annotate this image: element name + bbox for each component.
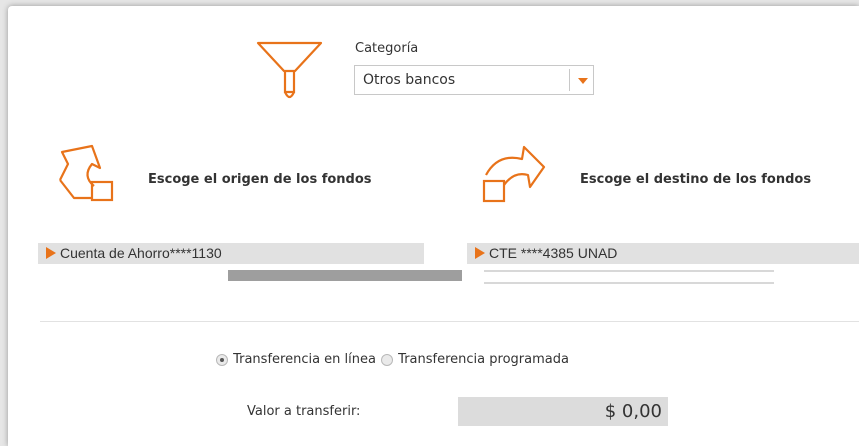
origin-heading: Escoge el origen de los fondos <box>148 172 372 187</box>
radio-online-label: Transferencia en línea <box>233 352 376 367</box>
destination-heading: Escoge el destino de los fondos <box>580 172 812 187</box>
tag-arrow-icon <box>46 247 56 260</box>
origin-account-label: Cuenta de Ahorro****1130 <box>60 245 222 261</box>
destination-account-label: CTE ****4385 UNAD <box>489 245 618 261</box>
radio-scheduled-label: Transferencia programada <box>398 352 569 367</box>
origin-account-select[interactable]: Cuenta de Ahorro****1130 <box>38 243 424 264</box>
funnel-icon <box>256 41 323 99</box>
transfer-in-icon <box>482 145 546 203</box>
amount-input[interactable]: $ 0,00 <box>458 397 668 426</box>
section-divider <box>40 321 859 322</box>
radio-online-transfer[interactable] <box>216 353 228 366</box>
category-select[interactable]: Otros bancos <box>354 65 594 95</box>
redacted-destination-detail <box>484 270 774 272</box>
radio-scheduled-transfer[interactable] <box>381 353 394 366</box>
transfer-type-group: Transferencia en línea Transferencia pro… <box>216 349 569 368</box>
redacted-destination-detail <box>484 282 774 284</box>
redacted-account-detail <box>228 270 462 281</box>
category-label: Categoría <box>355 41 419 56</box>
category-select-value: Otros bancos <box>363 72 456 88</box>
chevron-down-icon[interactable] <box>578 78 588 84</box>
select-separator <box>569 69 570 91</box>
destination-account-select[interactable]: CTE ****4385 UNAD <box>467 243 859 264</box>
tag-arrow-icon <box>475 247 485 260</box>
amount-label: Valor a transferir: <box>247 404 361 419</box>
transfer-out-icon <box>59 144 114 202</box>
